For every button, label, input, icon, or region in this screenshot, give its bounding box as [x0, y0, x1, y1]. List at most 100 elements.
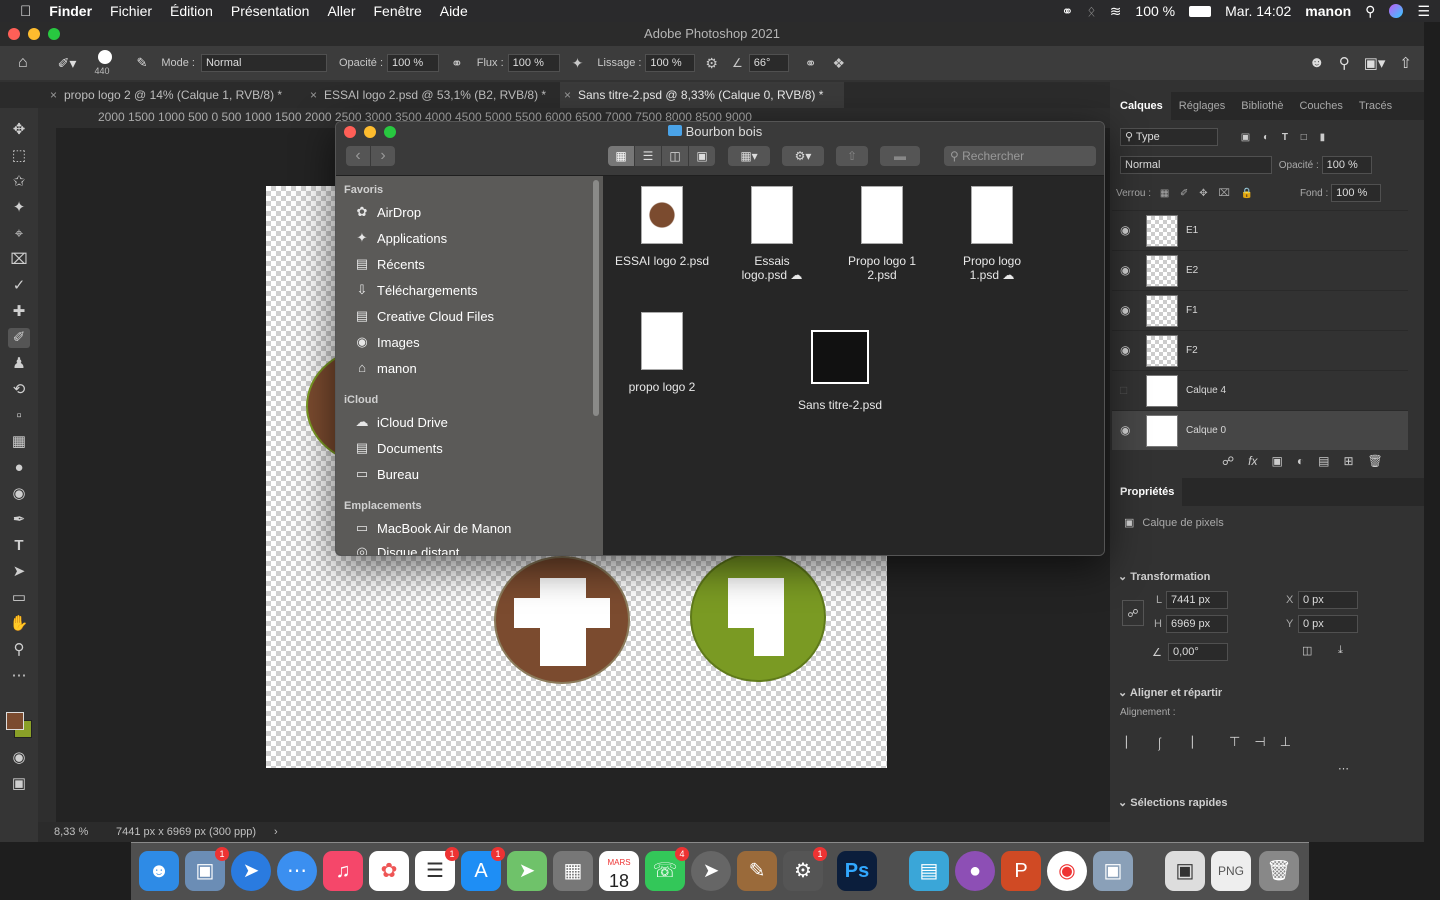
- finder-minimize-button[interactable]: [364, 126, 376, 138]
- opacity-input[interactable]: 100 %: [387, 54, 440, 72]
- new-layer-icon[interactable]: ⊞: [1343, 454, 1353, 468]
- sidebar-scrollbar[interactable]: [593, 180, 599, 416]
- filter-shape-icon[interactable]: □: [1301, 132, 1307, 143]
- column-view-button[interactable]: ◫: [662, 146, 688, 166]
- zoom-level[interactable]: 8,33 %: [54, 822, 88, 842]
- png-file-dock-icon[interactable]: PNG: [1211, 851, 1251, 891]
- filter-smart-icon[interactable]: ▮: [1320, 132, 1326, 143]
- lasso-tool-icon[interactable]: ✩: [8, 172, 30, 192]
- tags-button[interactable]: ▬: [880, 146, 920, 166]
- battery-percent[interactable]: 100 %: [1135, 3, 1175, 19]
- sidebar-item-documents[interactable]: ▤ Documents: [354, 438, 443, 458]
- folder-dock-icon[interactable]: ▤: [909, 851, 949, 891]
- layer-row[interactable]: ◉ F2: [1112, 330, 1408, 370]
- type-tool-icon[interactable]: T: [8, 536, 30, 556]
- blur-tool-icon[interactable]: ●: [8, 458, 30, 478]
- healing-brush-icon[interactable]: ✚: [8, 302, 30, 322]
- brush-preset-icon[interactable]: ✐▾: [58, 55, 77, 72]
- powerpoint-dock-icon[interactable]: P: [1001, 851, 1041, 891]
- screen-mode-icon[interactable]: ▣: [8, 774, 30, 794]
- tab-bibliotheques[interactable]: Bibliothè: [1233, 100, 1291, 112]
- menubar-clock[interactable]: Mar. 14:02: [1225, 3, 1291, 19]
- align-vcenter-icon[interactable]: ⊣: [1254, 734, 1265, 753]
- properties-title[interactable]: Propriétés: [1112, 478, 1183, 506]
- search-icon[interactable]: ⚲: [1339, 54, 1350, 72]
- layer-filter-select[interactable]: ⚲ Type: [1120, 128, 1218, 146]
- bluetooth-icon[interactable]: ᛟ: [1087, 3, 1095, 19]
- creative-cloud-icon[interactable]: ⚭: [1062, 3, 1074, 20]
- lock-artboard-icon[interactable]: ⌧: [1218, 188, 1230, 199]
- gradient-tool-icon[interactable]: ▦: [8, 432, 30, 452]
- lock-position-icon[interactable]: ✥: [1199, 188, 1207, 199]
- lock-pixels-icon[interactable]: ▦: [1160, 188, 1169, 199]
- status-menu-icon[interactable]: ›: [274, 822, 278, 842]
- pressure-size-icon[interactable]: ⚭: [805, 55, 817, 72]
- sidebar-item-recents[interactable]: ▤ Récents: [354, 254, 425, 274]
- preview-dock-icon[interactable]: ▣ 1: [185, 847, 229, 891]
- file-item[interactable]: Essais logo.psd ☁: [717, 186, 827, 282]
- pen-tool-icon[interactable]: ✒: [8, 510, 30, 530]
- action-gear-button[interactable]: ⚙▾: [782, 146, 824, 166]
- fill-input[interactable]: 100 %: [1331, 184, 1382, 202]
- menu-presentation[interactable]: Présentation: [231, 3, 310, 19]
- share-button[interactable]: ⇧: [836, 146, 868, 166]
- tab-calques[interactable]: Calques: [1112, 92, 1171, 120]
- dodge-tool-icon[interactable]: ◉: [8, 484, 30, 504]
- safari-dock-icon[interactable]: ➤: [231, 851, 271, 891]
- quick-selections-title[interactable]: ⌄ Sélections rapides: [1118, 796, 1228, 809]
- align-left-icon[interactable]: ⎸: [1126, 734, 1139, 753]
- width-input[interactable]: 7441 px: [1166, 591, 1228, 609]
- tab-close-icon[interactable]: ×: [564, 82, 571, 108]
- sidebar-item-icloud-drive[interactable]: ☁ iCloud Drive: [354, 412, 448, 432]
- rectangle-tool-icon[interactable]: ▭: [8, 588, 30, 608]
- add-mask-icon[interactable]: ▣: [1272, 454, 1283, 468]
- file-item[interactable]: ESSAI logo 2.psd: [607, 186, 717, 268]
- share-icon[interactable]: ⇧: [1399, 54, 1412, 72]
- calculator-dock-icon[interactable]: ▦: [553, 851, 593, 891]
- tab-essai-logo-2[interactable]: × ESSAI logo 2.psd @ 53,1% (B2, RVB/8) *: [306, 82, 558, 108]
- visibility-eye-icon[interactable]: ◉: [1120, 343, 1130, 357]
- flux-input[interactable]: 100 %: [507, 54, 560, 72]
- filter-type-icon[interactable]: T: [1282, 132, 1288, 143]
- lock-paint-icon[interactable]: ✐: [1180, 188, 1188, 199]
- list-view-button[interactable]: ☰: [635, 146, 661, 166]
- group-button[interactable]: ▦▾: [728, 146, 770, 166]
- angle-input[interactable]: 66°: [748, 54, 789, 72]
- eraser-tool-icon[interactable]: ▫: [8, 406, 30, 426]
- symmetry-icon[interactable]: ❖: [832, 55, 845, 72]
- wifi-icon[interactable]: ≋: [1110, 3, 1122, 20]
- tab-couches[interactable]: Couches: [1291, 100, 1350, 112]
- launchpad-dock-icon[interactable]: ➤: [691, 851, 731, 891]
- icon-view-button[interactable]: ▦: [608, 146, 634, 166]
- sidebar-item-disque-distant[interactable]: ◎ Disque distant: [354, 542, 459, 555]
- ps-close-button[interactable]: [8, 28, 20, 40]
- flip-horizontal-icon[interactable]: ◫: [1302, 644, 1312, 657]
- align-hcenter-icon[interactable]: ⎰: [1153, 734, 1166, 753]
- filter-adjust-icon[interactable]: ◐: [1263, 132, 1269, 143]
- lissage-input[interactable]: 100 %: [645, 54, 696, 72]
- menubar-user[interactable]: manon: [1305, 3, 1351, 19]
- x-input[interactable]: 0 px: [1298, 591, 1358, 609]
- calendar-dock-icon[interactable]: MARS 18: [599, 851, 639, 891]
- quick-mask-icon[interactable]: ◉: [8, 748, 30, 768]
- sidebar-item-applications[interactable]: ✦ Applications: [354, 228, 448, 248]
- photos-dock-icon[interactable]: ✿: [369, 851, 409, 891]
- photoshop-dock-icon[interactable]: Ps: [837, 851, 877, 891]
- sidebar-item-telechargements[interactable]: ⇩ Téléchargements: [354, 280, 478, 300]
- fx-icon[interactable]: fx: [1248, 454, 1257, 468]
- visibility-eye-icon[interactable]: ◉: [1120, 223, 1130, 237]
- ps-minimize-button[interactable]: [28, 28, 40, 40]
- apple-menu-icon[interactable]: : [20, 3, 31, 20]
- sidebar-item-bureau[interactable]: ▭ Bureau: [354, 464, 419, 484]
- messages-dock-icon[interactable]: ⋯: [277, 851, 317, 891]
- more-tools-icon[interactable]: ⋯: [8, 666, 30, 686]
- music-dock-icon[interactable]: ♫: [323, 851, 363, 891]
- file-item[interactable]: Sans titre-2.psd: [785, 330, 895, 412]
- sidebar-item-images[interactable]: ◉ Images: [354, 332, 419, 352]
- app-dock-icon[interactable]: ●: [955, 851, 995, 891]
- rotation-input[interactable]: 0,00°: [1168, 643, 1228, 661]
- stamp-tool-icon[interactable]: ♟: [8, 354, 30, 374]
- layer-row[interactable]: ◉ E2: [1112, 250, 1408, 290]
- tab-reglages[interactable]: Réglages: [1171, 100, 1233, 112]
- forward-button[interactable]: ›: [371, 146, 395, 166]
